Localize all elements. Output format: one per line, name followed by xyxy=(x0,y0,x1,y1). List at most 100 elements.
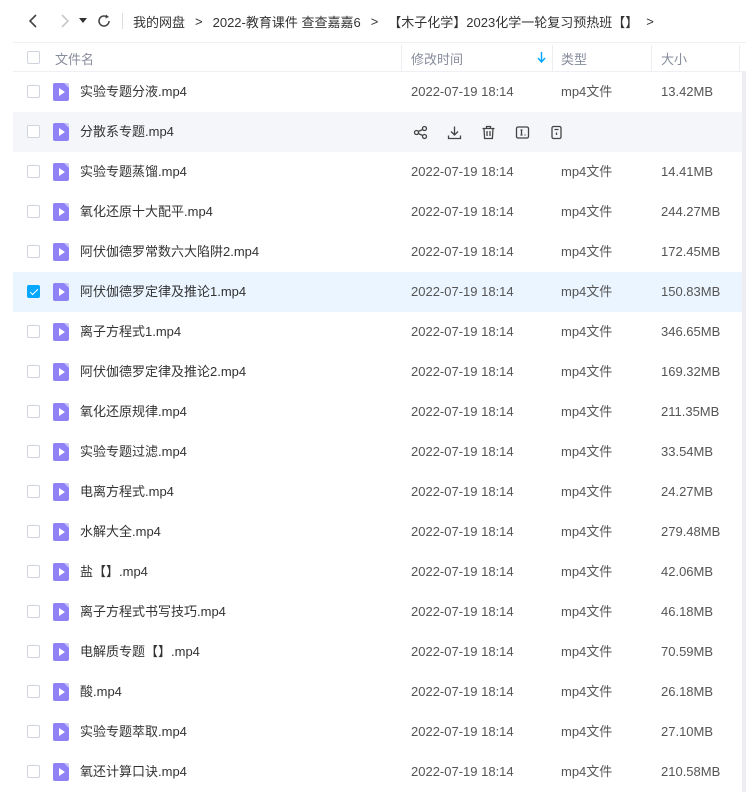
row-checkbox[interactable] xyxy=(27,125,40,138)
chevron-left-icon xyxy=(28,14,37,28)
scrollbar-track[interactable] xyxy=(742,72,746,792)
file-name[interactable]: 离子方程式1.mp4 xyxy=(80,312,181,352)
file-row[interactable]: 电离方程式.mp4 2022-07-19 18:14 mp4文件 24.27MB xyxy=(13,472,746,512)
row-checkbox[interactable] xyxy=(27,245,40,258)
file-row[interactable]: 离子方程式1.mp4 2022-07-19 18:14 mp4文件 346.65MB xyxy=(13,312,746,352)
column-divider[interactable] xyxy=(739,45,740,71)
file-name[interactable]: 水解大全.mp4 xyxy=(80,512,161,552)
file-name[interactable]: 电解质专题【】.mp4 xyxy=(80,632,200,672)
row-checkbox[interactable] xyxy=(27,85,40,98)
forward-button[interactable] xyxy=(52,9,76,33)
file-name[interactable]: 实验专题萃取.mp4 xyxy=(80,712,187,752)
file-row[interactable]: 水解大全.mp4 2022-07-19 18:14 mp4文件 279.48MB xyxy=(13,512,746,552)
file-name[interactable]: 氧化还原规律.mp4 xyxy=(80,392,187,432)
file-size: 14.41MB xyxy=(661,164,714,179)
row-checkbox[interactable] xyxy=(27,205,40,218)
file-name[interactable]: 氧还计算口诀.mp4 xyxy=(80,752,187,792)
column-divider[interactable] xyxy=(401,45,402,71)
file-size: 13.42MB xyxy=(661,84,714,99)
video-file-icon xyxy=(53,523,69,541)
file-size: 169.32MB xyxy=(661,364,721,379)
file-modified-time: 2022-07-19 18:14 xyxy=(411,364,514,379)
file-name[interactable]: 阿伏伽德罗定律及推论2.mp4 xyxy=(80,352,246,392)
file-name[interactable]: 分散系专题.mp4 xyxy=(80,112,174,152)
breadcrumb-item-root[interactable]: 我的网盘 xyxy=(133,12,185,31)
column-divider[interactable] xyxy=(552,45,553,71)
file-name[interactable]: 实验专题分液.mp4 xyxy=(80,72,187,112)
row-checkbox[interactable] xyxy=(27,445,40,458)
select-all-checkbox[interactable] xyxy=(27,51,40,64)
file-row[interactable]: 实验专题萃取.mp4 2022-07-19 18:14 mp4文件 27.10MB xyxy=(13,712,746,752)
row-checkbox[interactable] xyxy=(27,165,40,178)
row-checkbox[interactable] xyxy=(27,525,40,538)
file-modified-time: 2022-07-19 18:14 xyxy=(411,524,514,539)
row-checkbox[interactable] xyxy=(27,725,40,738)
delete-button[interactable] xyxy=(480,124,496,140)
column-header-type[interactable]: 类型 xyxy=(561,49,587,68)
file-type: mp4文件 xyxy=(561,644,613,659)
row-checkbox[interactable] xyxy=(27,485,40,498)
column-header-time[interactable]: 修改时间 xyxy=(411,49,463,68)
file-list: 实验专题分液.mp4 2022-07-19 18:14 mp4文件 13.42MB 分散… xyxy=(13,72,746,792)
file-name[interactable]: 阿伏伽德罗常数六大陷阱2.mp4 xyxy=(80,232,259,272)
breadcrumb: 我的网盘 > 2022-教育课件 查查嘉嘉6 > 【木子化学】2023化学一轮复… xyxy=(133,12,664,31)
back-button[interactable] xyxy=(22,9,46,33)
row-checkbox[interactable] xyxy=(27,285,40,298)
share-button[interactable] xyxy=(412,124,428,140)
row-checkbox[interactable] xyxy=(27,605,40,618)
file-name[interactable]: 实验专题蒸馏.mp4 xyxy=(80,152,187,192)
download-button[interactable] xyxy=(446,124,462,140)
row-checkbox[interactable] xyxy=(27,405,40,418)
file-row[interactable]: 氧还计算口诀.mp4 2022-07-19 18:14 mp4文件 210.58MB xyxy=(13,752,746,792)
file-row[interactable]: 盐【】.mp4 2022-07-19 18:14 mp4文件 42.06MB xyxy=(13,552,746,592)
more-button[interactable] xyxy=(548,124,564,140)
column-header-size[interactable]: 大小 xyxy=(661,49,687,68)
video-file-icon xyxy=(53,763,69,781)
file-row[interactable]: 实验专题蒸馏.mp4 2022-07-19 18:14 mp4文件 14.41MB xyxy=(13,152,746,192)
file-row[interactable]: 阿伏伽德罗定律及推论2.mp4 2022-07-19 18:14 mp4文件 169.… xyxy=(13,352,746,392)
file-name[interactable]: 实验专题过滤.mp4 xyxy=(80,432,187,472)
rename-icon xyxy=(515,125,529,139)
row-checkbox[interactable] xyxy=(27,685,40,698)
file-modified-time: 2022-07-19 18:14 xyxy=(411,444,514,459)
file-name[interactable]: 盐【】.mp4 xyxy=(80,552,148,592)
file-modified-time: 2022-07-19 18:14 xyxy=(411,684,514,699)
file-size: 346.65MB xyxy=(661,324,721,339)
file-row[interactable]: 离子方程式书写技巧.mp4 2022-07-19 18:14 mp4文件 46.18M… xyxy=(13,592,746,632)
file-type: mp4文件 xyxy=(561,244,613,259)
breadcrumb-item-folder[interactable]: 2022-教育课件 查查嘉嘉6 xyxy=(213,12,361,31)
file-type: mp4文件 xyxy=(561,484,613,499)
file-name[interactable]: 阿伏伽德罗定律及推论1.mp4 xyxy=(80,272,246,312)
row-checkbox[interactable] xyxy=(27,325,40,338)
file-type: mp4文件 xyxy=(561,284,613,299)
file-name[interactable]: 电离方程式.mp4 xyxy=(80,472,174,512)
file-row[interactable]: 电解质专题【】.mp4 2022-07-19 18:14 mp4文件 70.59MB xyxy=(13,632,746,672)
row-checkbox[interactable] xyxy=(27,645,40,658)
arrow-down-icon[interactable] xyxy=(537,52,546,63)
file-row[interactable]: 氧化还原十大配平.mp4 2022-07-19 18:14 mp4文件 244.27M… xyxy=(13,192,746,232)
file-name[interactable]: 酸.mp4 xyxy=(80,672,122,712)
column-header-name[interactable]: 文件名 xyxy=(55,49,94,68)
row-checkbox[interactable] xyxy=(27,365,40,378)
file-row[interactable]: 酸.mp4 2022-07-19 18:14 mp4文件 26.18MB xyxy=(13,672,746,712)
file-type: mp4文件 xyxy=(561,684,613,699)
file-name[interactable]: 氧化还原十大配平.mp4 xyxy=(80,192,213,232)
breadcrumb-item-current[interactable]: 【木子化学】2023化学一轮复习预热班【】 xyxy=(388,12,638,31)
file-row[interactable]: 实验专题过滤.mp4 2022-07-19 18:14 mp4文件 33.54MB xyxy=(13,432,746,472)
history-dropdown-button[interactable] xyxy=(76,9,90,33)
file-row[interactable]: 阿伏伽德罗定律及推论1.mp4 2022-07-19 18:14 mp4文件 150.… xyxy=(13,272,746,312)
file-modified-time: 2022-07-19 18:14 xyxy=(411,244,514,259)
column-divider[interactable] xyxy=(651,45,652,71)
row-checkbox[interactable] xyxy=(27,565,40,578)
file-size: 46.18MB xyxy=(661,604,714,619)
file-type: mp4文件 xyxy=(561,364,613,379)
file-row[interactable]: 阿伏伽德罗常数六大陷阱2.mp4 2022-07-19 18:14 mp4文件 172… xyxy=(13,232,746,272)
refresh-button[interactable] xyxy=(92,9,116,33)
file-row[interactable]: 分散系专题.mp4 xyxy=(13,112,746,152)
breadcrumb-more-arrow[interactable]: > xyxy=(646,14,654,29)
file-name[interactable]: 离子方程式书写技巧.mp4 xyxy=(80,592,226,632)
row-checkbox[interactable] xyxy=(27,765,40,778)
file-row[interactable]: 氧化还原规律.mp4 2022-07-19 18:14 mp4文件 211.35MB xyxy=(13,392,746,432)
rename-button[interactable] xyxy=(514,124,530,140)
file-row[interactable]: 实验专题分液.mp4 2022-07-19 18:14 mp4文件 13.42MB xyxy=(13,72,746,112)
